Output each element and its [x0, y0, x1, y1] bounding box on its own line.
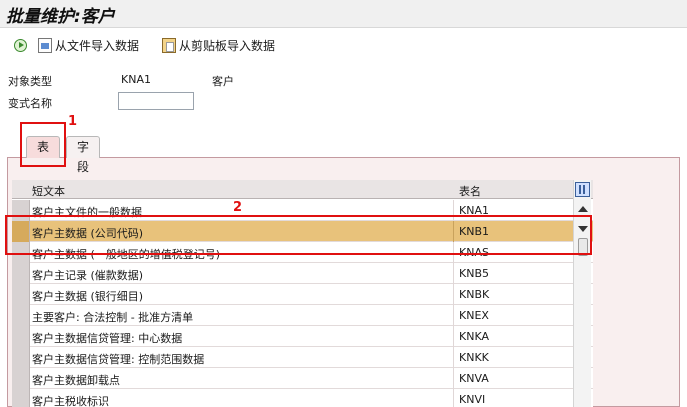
import-file-button[interactable]: 从文件导入数据 — [38, 36, 139, 54]
object-type-value: KNA1 — [121, 73, 151, 86]
toolbar: 从文件导入数据 从剪贴板导入数据 — [0, 28, 687, 60]
row-selector[interactable] — [12, 368, 30, 389]
table-row[interactable]: 客户主记录 (催款数据) KNB5 — [12, 263, 593, 284]
row-selector[interactable] — [12, 305, 30, 326]
row-selector[interactable] — [12, 326, 30, 347]
title-bar: 批量维护:客户 — [0, 0, 687, 28]
import-clipboard-button[interactable]: 从剪贴板导入数据 — [162, 36, 275, 54]
annotation-box-2 — [5, 215, 592, 255]
table-header: 短文本 表名 — [12, 180, 593, 199]
file-import-icon — [38, 37, 52, 53]
object-type-desc: 客户 — [212, 75, 234, 88]
row-selector[interactable] — [12, 284, 30, 305]
object-type-label: 对象类型 — [8, 75, 52, 88]
arrow-up-icon — [578, 206, 588, 212]
table-row[interactable]: 客户主数据卸载点 KNVA — [12, 368, 593, 389]
clipboard-icon — [162, 37, 176, 53]
table-row[interactable]: 客户主税收标识 KNVI — [12, 389, 593, 407]
column-settings-icon[interactable] — [575, 182, 590, 197]
import-clipboard-label: 从剪贴板导入数据 — [179, 38, 276, 53]
variant-label: 变式名称 — [8, 97, 52, 110]
variant-input[interactable] — [118, 92, 194, 110]
table-row[interactable]: 客户主数据信贷管理: 控制范围数据 KNKK — [12, 347, 593, 368]
execute-icon — [14, 38, 27, 52]
table-row[interactable]: 客户主数据 (银行细目) KNBK — [12, 284, 593, 305]
tab-fields[interactable]: 字段 — [66, 136, 101, 174]
row-selector[interactable] — [12, 263, 30, 284]
column-header-table-name[interactable]: 表名 — [459, 183, 481, 199]
row-selector[interactable] — [12, 389, 30, 407]
import-file-label: 从文件导入数据 — [55, 38, 140, 53]
table-row[interactable]: 主要客户: 合法控制 - 批准方清单 KNEX — [12, 305, 593, 326]
scroll-up-button[interactable] — [577, 204, 589, 214]
annotation-label-2: 2 — [233, 200, 243, 215]
row-selector[interactable] — [12, 347, 30, 368]
execute-button[interactable] — [14, 36, 27, 54]
column-header-short-text[interactable]: 短文本 — [32, 183, 65, 199]
page-title: 批量维护:客户 — [6, 7, 115, 27]
annotation-label-1: 1 — [68, 114, 78, 129]
table-row[interactable]: 客户主数据信贷管理: 中心数据 KNKA — [12, 326, 593, 347]
annotation-box-1 — [20, 122, 66, 167]
